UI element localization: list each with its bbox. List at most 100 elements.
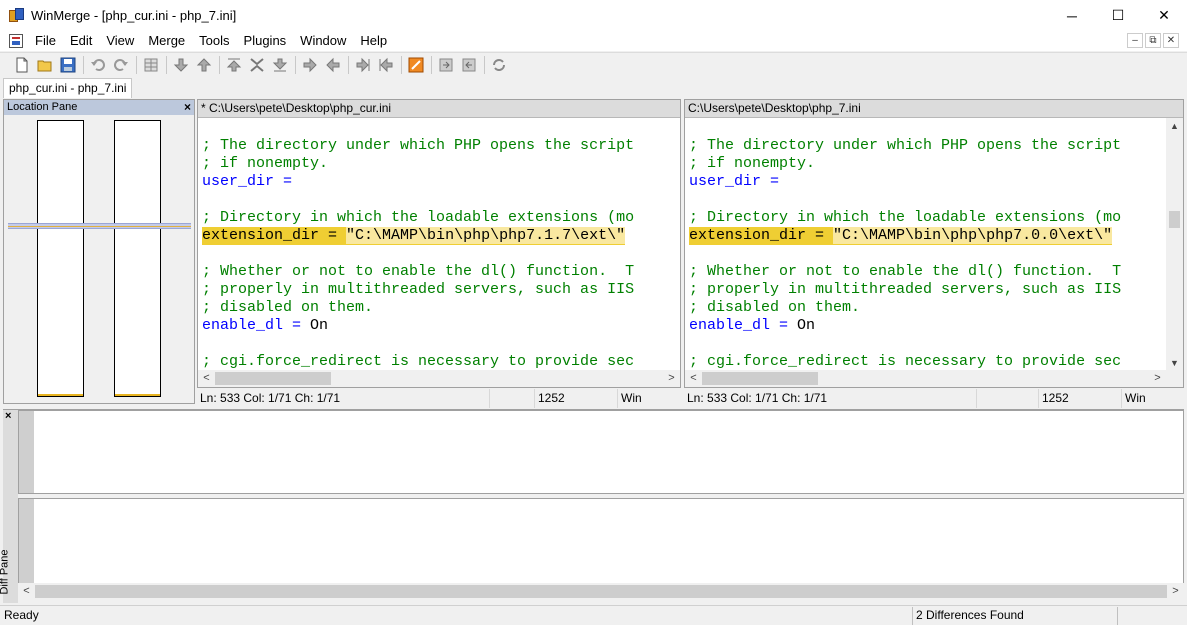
code-line[interactable]: ; Directory in which the loadable extens… bbox=[202, 209, 634, 227]
setting-value: On bbox=[797, 317, 816, 334]
last-diff-icon[interactable] bbox=[269, 54, 291, 76]
scroll-right-button[interactable]: > bbox=[663, 370, 680, 387]
minimize-button[interactable]: ─ bbox=[1049, 0, 1095, 31]
options-icon[interactable] bbox=[140, 54, 162, 76]
doc-close-button[interactable]: ✕ bbox=[1163, 33, 1179, 48]
code-line[interactable]: ; The directory under which PHP opens th… bbox=[202, 137, 634, 155]
code-line[interactable]: ; properly in multithreaded servers, suc… bbox=[689, 281, 1121, 299]
code-line[interactable]: ; cgi.force_redirect is necessary to pro… bbox=[689, 353, 1121, 371]
code-line[interactable] bbox=[689, 191, 1121, 209]
copy-left-advance-icon[interactable] bbox=[375, 54, 397, 76]
right-horizontal-scrollbar[interactable]: < > bbox=[685, 370, 1183, 387]
close-button[interactable]: ✕ bbox=[1141, 0, 1187, 31]
copy-right-icon[interactable] bbox=[299, 54, 321, 76]
next-diff-icon[interactable] bbox=[170, 54, 192, 76]
location-bar-left[interactable] bbox=[37, 120, 84, 397]
menu-help[interactable]: Help bbox=[353, 31, 394, 51]
current-diff-icon[interactable] bbox=[246, 54, 268, 76]
all-left-icon[interactable] bbox=[458, 54, 480, 76]
diff-pane-right-view[interactable] bbox=[18, 498, 1184, 585]
location-pane-close-button[interactable]: × bbox=[184, 100, 191, 114]
code-line[interactable]: ; The directory under which PHP opens th… bbox=[689, 137, 1121, 155]
code-line[interactable] bbox=[202, 191, 634, 209]
scroll-up-button[interactable]: ▲ bbox=[1166, 118, 1183, 135]
diff-pane-close-button[interactable]: × bbox=[5, 410, 11, 422]
doc-minimize-button[interactable]: – bbox=[1127, 33, 1143, 48]
right-editor-pane[interactable]: C:\Users\pete\Desktop\php_7.ini ; The di… bbox=[684, 99, 1184, 388]
code-line[interactable]: ; disabled on them. bbox=[202, 299, 634, 317]
code-line[interactable]: ; Whether or not to enable the dl() func… bbox=[202, 263, 634, 281]
winmerge-app-icon[interactable] bbox=[9, 7, 25, 24]
menu-edit[interactable]: Edit bbox=[63, 31, 99, 51]
open-icon[interactable] bbox=[34, 54, 56, 76]
right-codepage: 1252 bbox=[1039, 389, 1122, 408]
prev-diff-icon[interactable] bbox=[193, 54, 215, 76]
menu-merge[interactable]: Merge bbox=[141, 31, 192, 51]
code-line[interactable]: ; if nonempty. bbox=[202, 155, 634, 173]
edit-icon[interactable] bbox=[405, 54, 427, 76]
code-line[interactable]: ; Whether or not to enable the dl() func… bbox=[689, 263, 1121, 281]
undo-icon[interactable] bbox=[87, 54, 109, 76]
scroll-thumb[interactable] bbox=[215, 372, 331, 385]
code-line[interactable]: ; disabled on them. bbox=[689, 299, 1121, 317]
scroll-thumb[interactable] bbox=[35, 585, 1167, 598]
status-empty-panel bbox=[1117, 607, 1185, 625]
code-line[interactable] bbox=[689, 335, 1121, 353]
code-line[interactable]: ; cgi.force_redirect is necessary to pro… bbox=[202, 353, 634, 371]
right-code-area[interactable]: ; The directory under which PHP opens th… bbox=[689, 137, 1121, 371]
scroll-left-button[interactable]: < bbox=[685, 370, 702, 387]
right-vertical-scrollbar[interactable]: ▲ ▼ bbox=[1166, 118, 1183, 372]
toolbar-separator bbox=[431, 56, 432, 74]
code-line[interactable]: ; properly in multithreaded servers, suc… bbox=[202, 281, 634, 299]
redo-icon[interactable] bbox=[110, 54, 132, 76]
location-bar-right[interactable] bbox=[114, 120, 161, 397]
left-code-area[interactable]: ; The directory under which PHP opens th… bbox=[202, 137, 634, 371]
scroll-left-button[interactable]: < bbox=[198, 370, 215, 387]
code-line[interactable]: user_dir = bbox=[202, 173, 634, 191]
maximize-button[interactable]: ☐ bbox=[1095, 0, 1141, 31]
code-line[interactable] bbox=[202, 335, 634, 353]
left-editor-pane[interactable]: * C:\Users\pete\Desktop\php_cur.ini ; Th… bbox=[197, 99, 681, 388]
left-horizontal-scrollbar[interactable]: < > bbox=[198, 370, 680, 387]
menu-view[interactable]: View bbox=[99, 31, 141, 51]
all-right-icon[interactable] bbox=[435, 54, 457, 76]
diff-line[interactable]: extension_dir = "C:\MAMP\bin\php\php7.1.… bbox=[202, 227, 634, 245]
status-differences-count: 2 Differences Found bbox=[912, 607, 1115, 625]
left-file-path: * C:\Users\pete\Desktop\php_cur.ini bbox=[198, 100, 680, 118]
code-line[interactable] bbox=[689, 245, 1121, 263]
scroll-left-button[interactable]: < bbox=[18, 583, 35, 600]
comment-text: ; Whether or not to enable the dl() func… bbox=[202, 263, 635, 280]
comment-text: ; Whether or not to enable the dl() func… bbox=[689, 263, 1122, 280]
scroll-right-button[interactable]: > bbox=[1167, 583, 1184, 600]
menu-window[interactable]: Window bbox=[293, 31, 353, 51]
code-line[interactable]: enable_dl = On bbox=[689, 317, 1121, 335]
menu-tools[interactable]: Tools bbox=[192, 31, 236, 51]
right-cursor-position: Ln: 533 Col: 1/71 Ch: 1/71 bbox=[684, 389, 977, 408]
scroll-thumb[interactable] bbox=[1169, 211, 1180, 228]
location-pane[interactable]: Location Pane × bbox=[3, 99, 195, 404]
document-system-menu-icon[interactable] bbox=[9, 34, 23, 48]
code-line[interactable]: ; if nonempty. bbox=[689, 155, 1121, 173]
diff-line[interactable]: extension_dir = "C:\MAMP\bin\php\php7.0.… bbox=[689, 227, 1121, 245]
location-viewport-indicator[interactable] bbox=[8, 223, 191, 229]
menu-plugins[interactable]: Plugins bbox=[237, 31, 294, 51]
first-diff-icon[interactable] bbox=[223, 54, 245, 76]
new-icon[interactable] bbox=[11, 54, 33, 76]
tab-php-cur-vs-php-7[interactable]: php_cur.ini - php_7.ini bbox=[3, 78, 133, 98]
refresh-icon[interactable] bbox=[488, 54, 510, 76]
copy-left-icon[interactable] bbox=[322, 54, 344, 76]
code-line[interactable] bbox=[202, 245, 634, 263]
location-pane-header: Location Pane × bbox=[4, 100, 194, 115]
copy-right-advance-icon[interactable] bbox=[352, 54, 374, 76]
code-line[interactable]: user_dir = bbox=[689, 173, 1121, 191]
diff-pane-horizontal-scrollbar[interactable]: < > bbox=[18, 583, 1184, 600]
save-icon[interactable] bbox=[57, 54, 79, 76]
comment-text: ; The directory under which PHP opens th… bbox=[202, 137, 635, 154]
diff-pane-left-view[interactable] bbox=[18, 410, 1184, 494]
code-line[interactable]: enable_dl = On bbox=[202, 317, 634, 335]
menu-file[interactable]: File bbox=[28, 31, 63, 51]
doc-restore-button[interactable]: ⧉ bbox=[1145, 33, 1161, 48]
scroll-right-button[interactable]: > bbox=[1149, 370, 1166, 387]
scroll-thumb[interactable] bbox=[702, 372, 818, 385]
code-line[interactable]: ; Directory in which the loadable extens… bbox=[689, 209, 1121, 227]
